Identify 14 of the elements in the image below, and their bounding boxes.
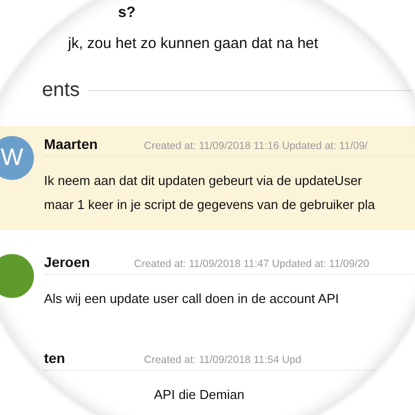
comment-author: Maarten xyxy=(44,136,99,152)
comment-author: Jeroen xyxy=(44,254,91,270)
comment-text: API die Demian xyxy=(154,386,246,404)
comment-timestamps: Created at: 11/09/2018 11:16 Updated at: 11/09/ xyxy=(144,140,368,152)
question-text: jk, zou het zo kunnen gaan dat na het xyxy=(68,34,320,54)
comment-text: Als wij een update user call doen in de account API xyxy=(44,290,340,308)
comment-timestamps: Created at: 11/09/2018 11:47 Updated at: 11/09/20 xyxy=(134,258,370,270)
comment-timestamps: Created at: 11/09/2018 11:54 Upd xyxy=(144,354,302,366)
comment-text: maar 1 keer in je script de gegevens van de gebruiker pla xyxy=(44,196,376,214)
avatar-initial: W xyxy=(0,144,24,172)
comment-author: ten xyxy=(44,350,66,366)
comments-heading: ents xyxy=(42,79,80,102)
question-heading: s? xyxy=(118,4,137,22)
comment-text: Ik neem aan dat dit updaten gebeurt via de updateUser xyxy=(44,172,363,190)
